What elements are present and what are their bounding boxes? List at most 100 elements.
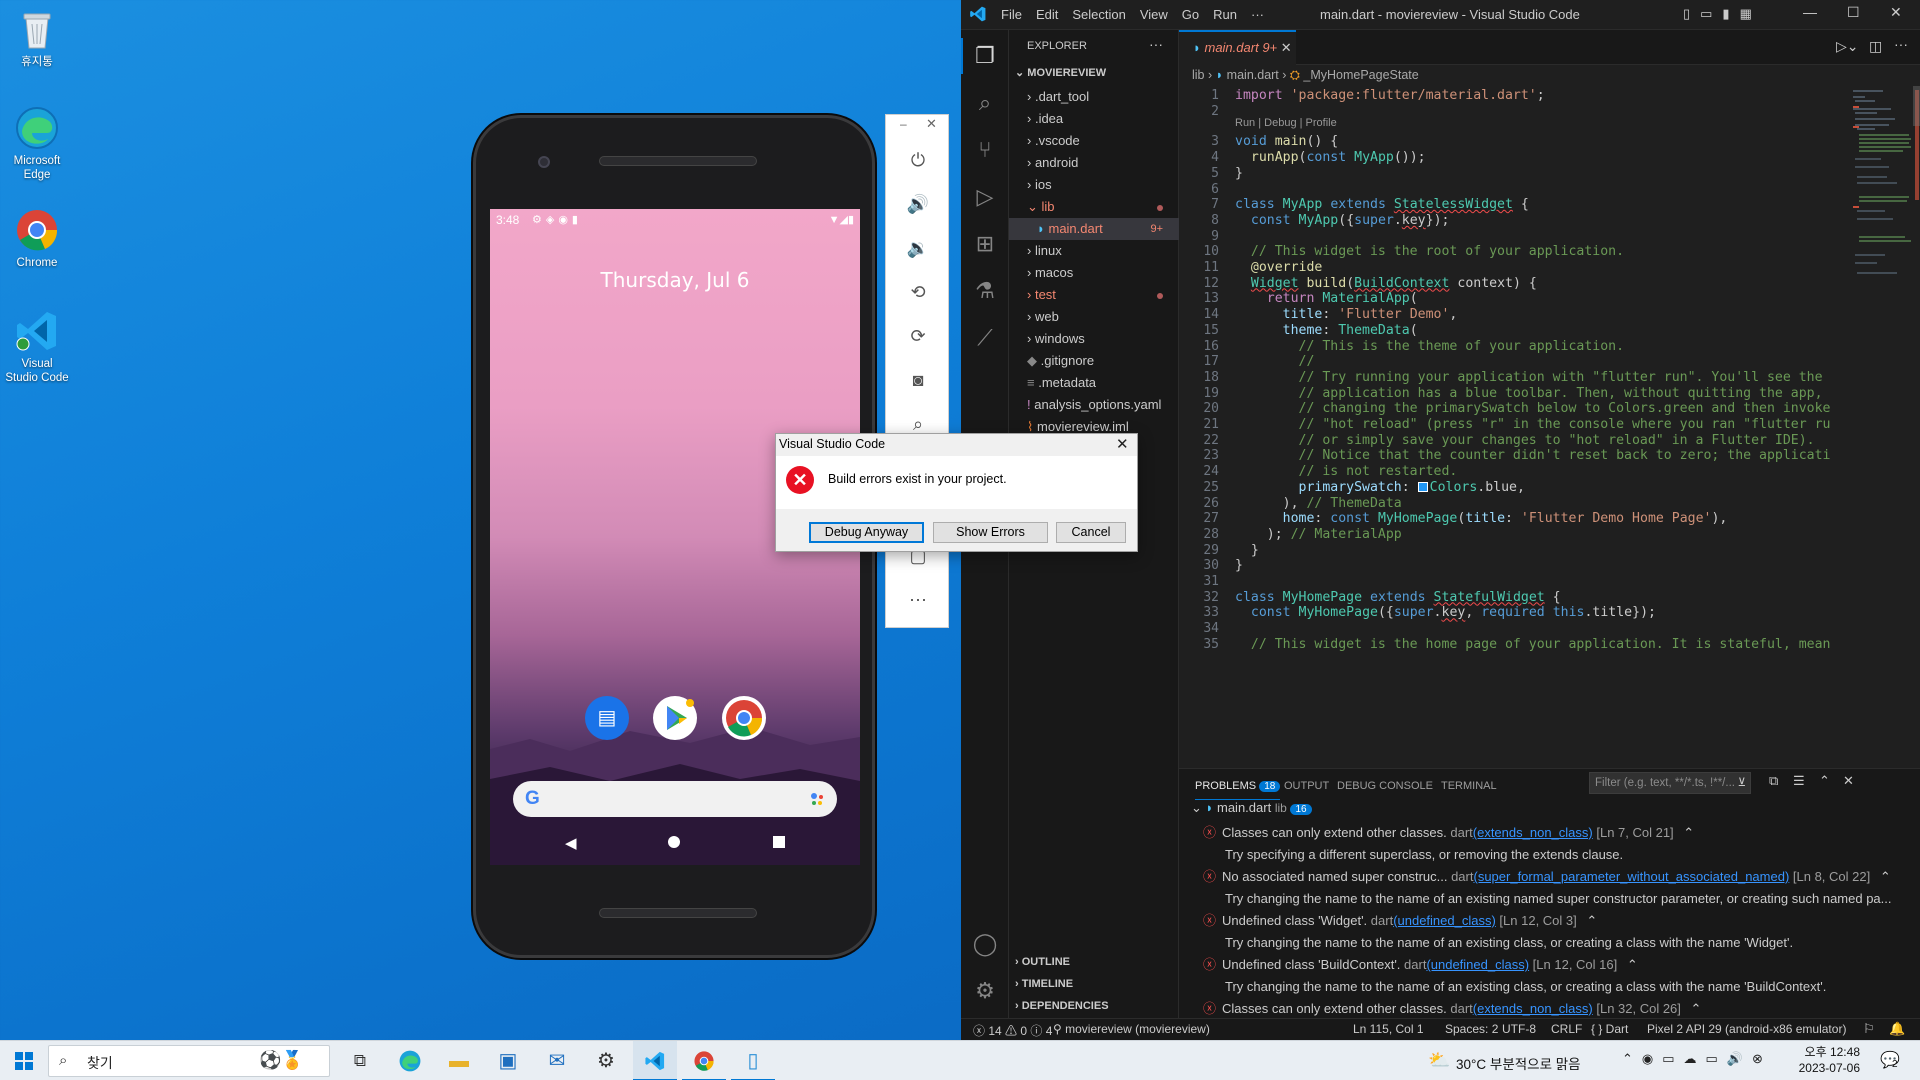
- screenshot-icon[interactable]: ◙: [905, 367, 931, 393]
- code-view[interactable]: 1 import 'package:flutter/material.dart';…: [1179, 86, 1879, 768]
- breadcrumb-item[interactable]: _MyHomePageState: [1303, 68, 1418, 82]
- layout-toggle-icons[interactable]: ▯▭▮▦: [1683, 6, 1762, 22]
- weather-text[interactable]: 30°C 부분적으로 맑음: [1456, 1053, 1581, 1073]
- status-eol[interactable]: CRLF: [1551, 1022, 1582, 1036]
- tree-item-main-dart[interactable]: ◗ main.dart 9+: [1009, 218, 1179, 240]
- problem-item[interactable]: ⓧ Classes can only extend other classes. …: [1203, 998, 1701, 1018]
- menu-run[interactable]: Run: [1213, 7, 1237, 22]
- tree-item-metadata[interactable]: ≡ .metadata: [1009, 372, 1179, 394]
- menu-file[interactable]: File: [1001, 7, 1022, 22]
- settings-icon[interactable]: ⚙: [584, 1041, 628, 1080]
- dependencies-section[interactable]: › DEPENDENCIES: [1015, 1000, 1109, 1012]
- tree-item-test[interactable]: › test: [1009, 284, 1179, 306]
- split-editor-icon[interactable]: ◫: [1869, 38, 1882, 55]
- status-problems[interactable]: ⓧ 14 ⚠ 0 ⓘ 4: [973, 1022, 1052, 1039]
- status-indent[interactable]: Spaces: 2: [1445, 1022, 1498, 1036]
- taskbar-vscode-icon[interactable]: [633, 1041, 677, 1080]
- tree-item-lib[interactable]: ⌄ lib: [1009, 196, 1179, 218]
- editor-more-icon[interactable]: ···: [1894, 36, 1908, 52]
- problems-filter-input[interactable]: Filter (e.g. text, **/*.ts, !**/... ⊻: [1589, 772, 1751, 794]
- nav-recents-icon[interactable]: [773, 836, 785, 848]
- emulator-minimize-icon[interactable]: –: [900, 117, 907, 131]
- menu-selection[interactable]: Selection: [1072, 7, 1125, 22]
- mail-icon[interactable]: ✉: [535, 1041, 579, 1080]
- status-encoding[interactable]: UTF-8: [1502, 1022, 1536, 1036]
- play-store-app-icon[interactable]: [653, 696, 697, 740]
- volume-down-icon[interactable]: 🔉: [905, 235, 931, 261]
- status-position[interactable]: Ln 115, Col 1: [1353, 1022, 1424, 1036]
- rotate-left-icon[interactable]: ⟲: [905, 279, 931, 305]
- explorer-icon[interactable]: ❐: [971, 42, 999, 70]
- notifications-bell-icon[interactable]: 🔔: [1889, 1021, 1905, 1037]
- volume-up-icon[interactable]: 🔊: [905, 191, 931, 217]
- chrome-app-icon[interactable]: [722, 696, 766, 740]
- explorer-more-icon[interactable]: ···: [1149, 36, 1163, 52]
- minimap[interactable]: [1851, 86, 1913, 316]
- tree-item-linux[interactable]: › linux: [1009, 240, 1179, 262]
- search-icon[interactable]: ⌕: [971, 89, 999, 117]
- run-debug-icon[interactable]: ▷: [971, 183, 999, 211]
- problem-item[interactable]: ⓧ No associated named super construc... d…: [1203, 866, 1891, 888]
- close-panel-icon[interactable]: ✕: [1843, 773, 1854, 789]
- tree-item-gitignore[interactable]: ◆ .gitignore: [1009, 350, 1179, 372]
- tree-item-ios[interactable]: › ios: [1009, 174, 1179, 196]
- problem-item[interactable]: ⓧ Undefined class 'BuildContext'. dart(un…: [1203, 954, 1638, 976]
- tree-item-macos[interactable]: › macos: [1009, 262, 1179, 284]
- tree-item-web[interactable]: › web: [1009, 306, 1179, 328]
- problem-code-link[interactable]: (extends_non_class): [1473, 1001, 1593, 1016]
- settings-gear-icon[interactable]: ⚙: [971, 977, 999, 1005]
- tab-main-dart[interactable]: ◗ main.dart 9+ ✕: [1179, 30, 1296, 65]
- start-button[interactable]: [2, 1041, 46, 1080]
- tree-item-analysis-options[interactable]: ! analysis_options.yaml: [1009, 394, 1179, 416]
- google-search-bar[interactable]: G: [513, 781, 837, 817]
- taskbar-chrome-icon[interactable]: [682, 1041, 726, 1080]
- collapse-all-icon[interactable]: ⧉: [1769, 773, 1778, 789]
- debug-anyway-button[interactable]: Debug Anyway: [809, 522, 924, 543]
- collapse-caret-icon[interactable]: ⌃: [1627, 957, 1638, 972]
- source-control-icon[interactable]: ⑂: [971, 136, 999, 164]
- problem-item[interactable]: ⓧ Undefined class 'Widget'. dart(undefine…: [1203, 910, 1597, 932]
- problem-item[interactable]: ⓧ Classes can only extend other classes. …: [1203, 822, 1694, 844]
- collapse-caret-icon[interactable]: ⌃: [1691, 1001, 1702, 1016]
- file-explorer-icon[interactable]: ▬: [437, 1041, 481, 1080]
- tree-item-android[interactable]: › android: [1009, 152, 1179, 174]
- desktop-icon-recycle-bin[interactable]: 휴지통: [4, 6, 70, 69]
- problems-file-row[interactable]: ⌄ ◗ main.dart lib 16: [1191, 800, 1312, 816]
- cancel-button[interactable]: Cancel: [1056, 522, 1126, 543]
- menu-view[interactable]: View: [1140, 7, 1168, 22]
- tab-output[interactable]: OUTPUT: [1284, 780, 1329, 792]
- collapse-caret-icon[interactable]: ⌃: [1683, 825, 1694, 840]
- timeline-section[interactable]: › TIMELINE: [1015, 978, 1073, 990]
- feedback-icon[interactable]: ⚐: [1863, 1021, 1875, 1037]
- tree-item-dart-tool[interactable]: › .dart_tool: [1009, 86, 1179, 108]
- tree-item-vscode[interactable]: › .vscode: [1009, 130, 1179, 152]
- maximize-panel-icon[interactable]: ⌃: [1819, 773, 1830, 789]
- problem-code-link[interactable]: (extends_non_class): [1473, 825, 1593, 840]
- task-view-icon[interactable]: ⧉: [338, 1041, 382, 1080]
- tab-problems[interactable]: PROBLEMS 18: [1195, 780, 1281, 800]
- tree-item-windows[interactable]: › windows: [1009, 328, 1179, 350]
- codelens-run-debug[interactable]: Run | Debug | Profile: [1235, 117, 1337, 129]
- problem-code-link[interactable]: (super_formal_parameter_without_associat…: [1473, 869, 1789, 884]
- desktop-icon-vscode[interactable]: Visual Studio Code: [4, 308, 70, 385]
- more-options-icon[interactable]: ⋯: [905, 587, 931, 613]
- taskbar-search-box[interactable]: ⌕ 찾기 ⚽🏅: [48, 1045, 330, 1077]
- filter-icon[interactable]: ⊻: [1738, 773, 1746, 793]
- breadcrumb-item[interactable]: main.dart: [1227, 68, 1279, 82]
- show-errors-button[interactable]: Show Errors: [933, 522, 1048, 543]
- messages-app-icon[interactable]: ▤: [585, 696, 629, 740]
- search-highlight-icon[interactable]: ⚽🏅: [259, 1050, 304, 1071]
- breadcrumb-item[interactable]: lib: [1192, 68, 1205, 82]
- status-language[interactable]: { } Dart: [1591, 1022, 1628, 1036]
- collapse-caret-icon[interactable]: ⌃: [1880, 869, 1891, 884]
- taskbar-emulator-icon[interactable]: ▯: [731, 1041, 775, 1080]
- nav-back-icon[interactable]: ◀: [565, 834, 577, 852]
- rotate-right-icon[interactable]: ⟳: [905, 323, 931, 349]
- menu-more[interactable]: ···: [1251, 7, 1264, 22]
- flutter-icon[interactable]: ⟋: [971, 324, 999, 352]
- nav-home-icon[interactable]: [668, 836, 680, 848]
- editor-scrollbar[interactable]: [1913, 86, 1920, 126]
- tree-item-idea[interactable]: › .idea: [1009, 108, 1179, 130]
- account-icon[interactable]: ◯: [971, 930, 999, 958]
- dialog-close-icon[interactable]: ✕: [1116, 435, 1129, 453]
